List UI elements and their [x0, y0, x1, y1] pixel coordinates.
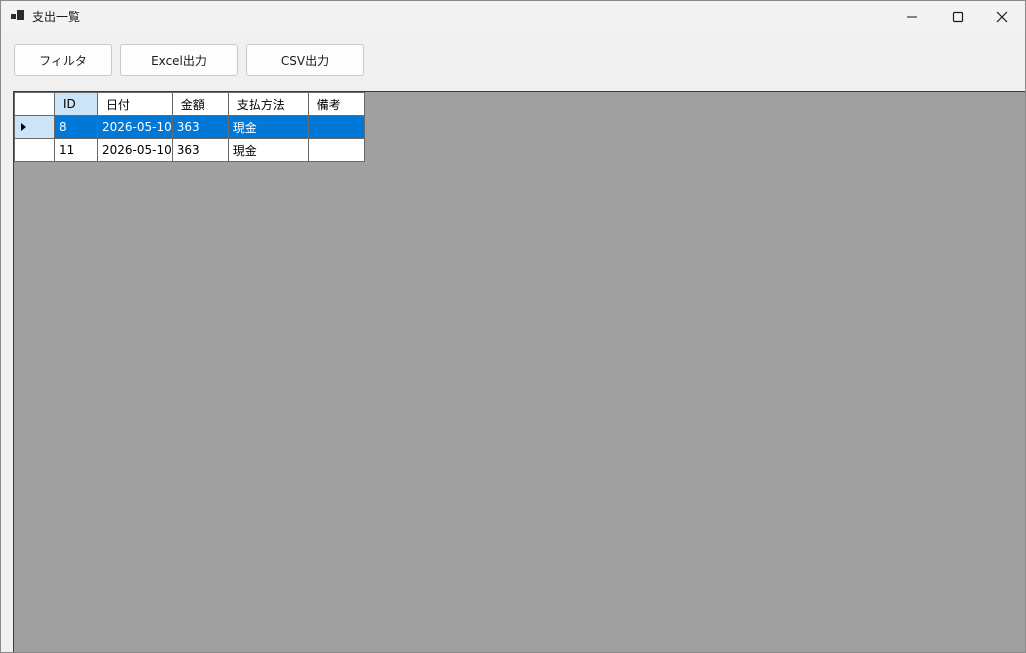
cell-date[interactable]: 2026-05-10	[97, 115, 173, 139]
cell-payment-method[interactable]: 現金	[227, 115, 309, 139]
cell-date[interactable]: 2026-05-10	[97, 138, 173, 162]
column-header-id[interactable]: ID	[54, 92, 98, 116]
cell-amount[interactable]: 363	[171, 115, 229, 139]
cell-id[interactable]: 11	[54, 138, 98, 162]
header-row: ID 日付 金額 支払方法 備考	[14, 92, 365, 116]
table-row[interactable]: 8 2026-05-10 363 現金	[14, 115, 365, 139]
row-header-cell[interactable]	[14, 138, 55, 162]
expense-list-window: 支出一覧 フィルタ Excel出力 CSV出力 ID 日付 金額 支払方法 備考…	[0, 0, 1026, 653]
close-icon	[996, 11, 1008, 22]
maximize-button[interactable]	[935, 1, 981, 32]
window-title: 支出一覧	[32, 10, 81, 24]
app-icon	[11, 10, 25, 22]
minimize-icon	[907, 16, 917, 17]
expense-table: ID 日付 金額 支払方法 備考 8 2026-05-10 363 現金 11 …	[14, 92, 365, 162]
filter-button[interactable]: フィルタ	[14, 44, 112, 76]
corner-header-cell[interactable]	[14, 92, 55, 116]
excel-export-button[interactable]: Excel出力	[120, 44, 238, 76]
column-header-date[interactable]: 日付	[97, 92, 173, 116]
row-header-cell[interactable]	[14, 115, 55, 139]
row-pointer-icon	[21, 123, 26, 131]
close-button[interactable]	[979, 1, 1025, 32]
table-row[interactable]: 11 2026-05-10 363 現金	[14, 138, 365, 162]
toolbar: フィルタ Excel出力 CSV出力	[1, 32, 1025, 91]
minimize-button[interactable]	[889, 1, 935, 32]
column-header-amount[interactable]: 金額	[171, 92, 229, 116]
column-header-note[interactable]: 備考	[307, 92, 365, 116]
cell-amount[interactable]: 363	[171, 138, 229, 162]
cell-payment-method[interactable]: 現金	[227, 138, 309, 162]
cell-note[interactable]	[307, 138, 365, 162]
cell-note[interactable]	[307, 115, 365, 139]
data-grid[interactable]: ID 日付 金額 支払方法 備考 8 2026-05-10 363 現金 11 …	[13, 91, 1025, 652]
csv-export-button[interactable]: CSV出力	[246, 44, 364, 76]
title-bar[interactable]: 支出一覧	[1, 1, 1025, 32]
column-header-payment-method[interactable]: 支払方法	[227, 92, 309, 116]
cell-id[interactable]: 8	[54, 115, 98, 139]
maximize-icon	[952, 11, 964, 22]
